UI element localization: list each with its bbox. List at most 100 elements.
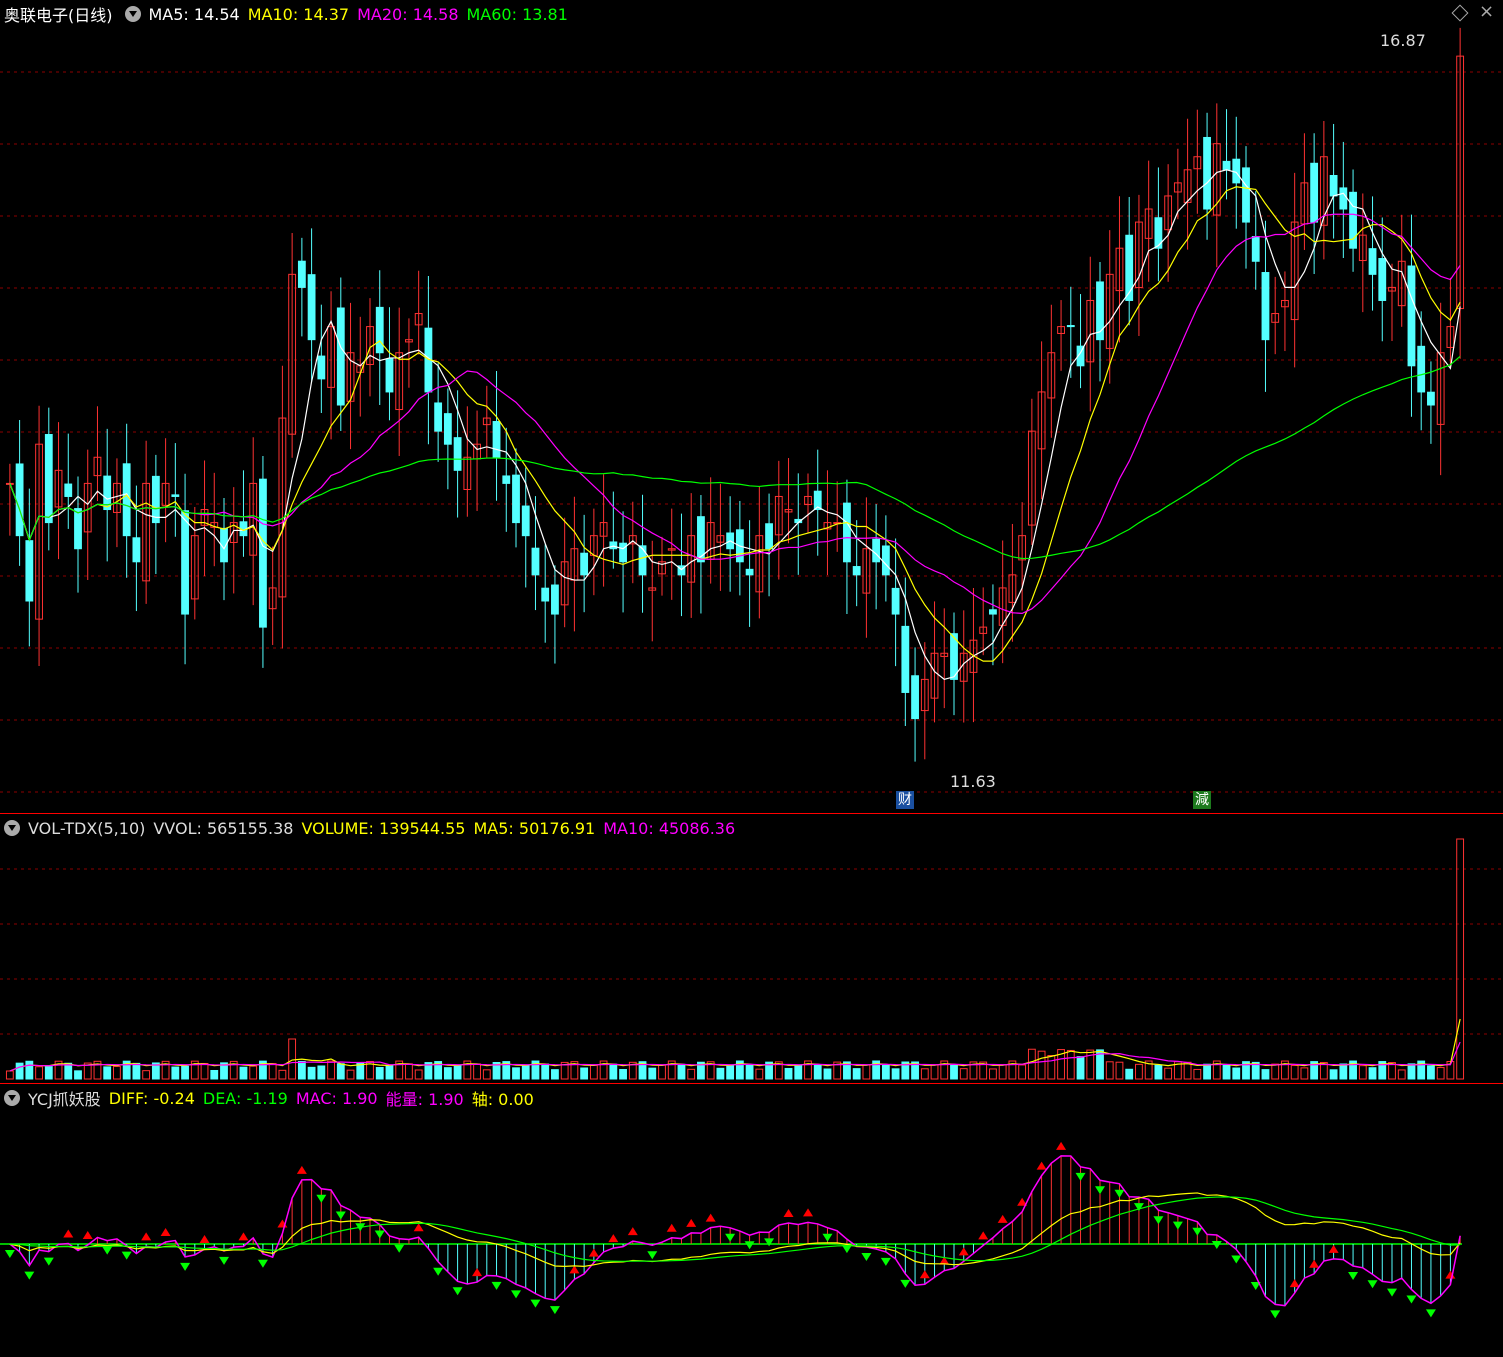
down-arrow-icon [1387, 1288, 1397, 1297]
dropdown-icon[interactable] [4, 820, 20, 836]
volume-bar [1232, 1067, 1241, 1080]
candle-body [25, 540, 34, 602]
high-price-label: 16.87 [1380, 31, 1426, 50]
volume-bar [1115, 1061, 1124, 1080]
up-arrow-icon [1445, 1270, 1456, 1279]
volume-bar [1037, 1050, 1046, 1080]
candle-body [531, 547, 540, 576]
volume-bar [1203, 1063, 1211, 1080]
down-arrow-icon [530, 1299, 541, 1308]
volume-bar [74, 1070, 82, 1080]
down-arrow-icon [764, 1238, 775, 1247]
ma20-label: MA20: 14.58 [357, 4, 459, 24]
volume-bar [589, 1064, 598, 1080]
candle-body [765, 523, 773, 550]
volume-bar [794, 1064, 803, 1080]
low-price-label: 11.63 [950, 772, 996, 791]
up-arrow-icon [1056, 1141, 1067, 1150]
down-arrow-icon [1367, 1280, 1378, 1289]
up-arrow-icon [199, 1235, 210, 1244]
energy-label: 能量: 1.90 [385, 1090, 464, 1109]
candle-body [872, 538, 881, 563]
down-arrow-icon [1406, 1295, 1417, 1304]
candle-body [44, 434, 53, 524]
volume-bar [1047, 1055, 1056, 1080]
volume-bar [1261, 1069, 1270, 1080]
volume-bar [297, 1060, 306, 1080]
volume-bar [249, 1065, 258, 1080]
volume-bar [307, 1066, 316, 1080]
volume-bar [317, 1065, 326, 1080]
volume-bar [1193, 1068, 1202, 1080]
down-arrow-icon [1348, 1271, 1359, 1280]
volume-bar [5, 1070, 14, 1080]
volume-bar [288, 1038, 297, 1080]
volume-bar [1436, 1067, 1445, 1080]
down-arrow-icon [1114, 1189, 1125, 1198]
down-arrow-icon [4, 1250, 15, 1258]
close-icon[interactable]: × [1479, 1, 1494, 22]
volume-bar [852, 1068, 861, 1080]
candle-body [521, 505, 530, 537]
candle-body [911, 675, 919, 720]
vvol-label: VVOL: 565155.38 [153, 818, 294, 838]
candle-body [151, 475, 160, 524]
volume-bar [35, 1066, 43, 1080]
volume-bar [1339, 1063, 1348, 1080]
volume-bar [580, 1067, 589, 1080]
volume-bar [239, 1066, 248, 1080]
candle-body [580, 552, 589, 576]
down-arrow-icon [880, 1257, 891, 1266]
axis-label: 轴: 0.00 [471, 1090, 534, 1109]
candle-body [989, 609, 997, 615]
volume-bar [648, 1067, 657, 1080]
down-arrow-icon [1270, 1310, 1281, 1319]
stock-title[interactable]: 奥联电子(日线) [4, 2, 113, 26]
up-arrow-icon [296, 1165, 307, 1174]
candle-body [297, 260, 306, 288]
volume-bar [726, 1064, 735, 1080]
volume-bar [609, 1063, 618, 1080]
down-arrow-icon [43, 1257, 54, 1266]
volume-bar [1066, 1049, 1075, 1080]
price-panel: 奥联电子(日线) MA5: 14.54 MA10: 14.37 MA20: 14… [0, 0, 1503, 813]
down-arrow-icon [121, 1251, 132, 1260]
candle-body [1407, 265, 1416, 367]
up-arrow-icon [63, 1229, 74, 1238]
volume-bar [142, 1070, 151, 1080]
up-arrow-icon [238, 1232, 249, 1241]
reduce-badge[interactable]: 減 [1193, 791, 1211, 809]
volume-bar [784, 1067, 793, 1080]
volume-bar [1164, 1067, 1173, 1080]
dropdown-icon[interactable] [124, 6, 141, 22]
volume-bar [473, 1063, 481, 1080]
volume-bar [1271, 1063, 1280, 1080]
volume-bar [1105, 1061, 1114, 1080]
down-arrow-icon [316, 1194, 327, 1203]
volume-bar [25, 1060, 34, 1080]
up-arrow-icon [141, 1232, 152, 1241]
candle-body [64, 483, 73, 497]
up-arrow-icon [1289, 1279, 1300, 1288]
volume-bar [521, 1065, 530, 1080]
candle-body [453, 437, 462, 471]
up-arrow-icon [1036, 1161, 1047, 1170]
up-arrow-icon [588, 1248, 599, 1257]
candle-body [1222, 160, 1231, 171]
candle-body [74, 508, 82, 550]
up-arrow-icon [666, 1223, 677, 1232]
up-arrow-icon [82, 1230, 93, 1239]
down-arrow-icon [822, 1233, 833, 1242]
ma5-label: MA5: 14.54 [148, 4, 240, 24]
finance-badge[interactable]: 财 [896, 791, 914, 809]
down-arrow-icon [647, 1251, 658, 1260]
dropdown-icon[interactable] [4, 1090, 20, 1106]
volume-bar [278, 1069, 287, 1080]
up-arrow-icon [627, 1227, 638, 1236]
down-arrow-icon [452, 1287, 463, 1296]
up-arrow-icon [705, 1213, 716, 1222]
candle-body [1368, 248, 1377, 275]
candle-body [1232, 158, 1241, 184]
volume-legend: VOL-TDX(5,10) VVOL: 565155.38 VOLUME: 13… [0, 814, 743, 842]
volume-bar [1135, 1063, 1143, 1080]
